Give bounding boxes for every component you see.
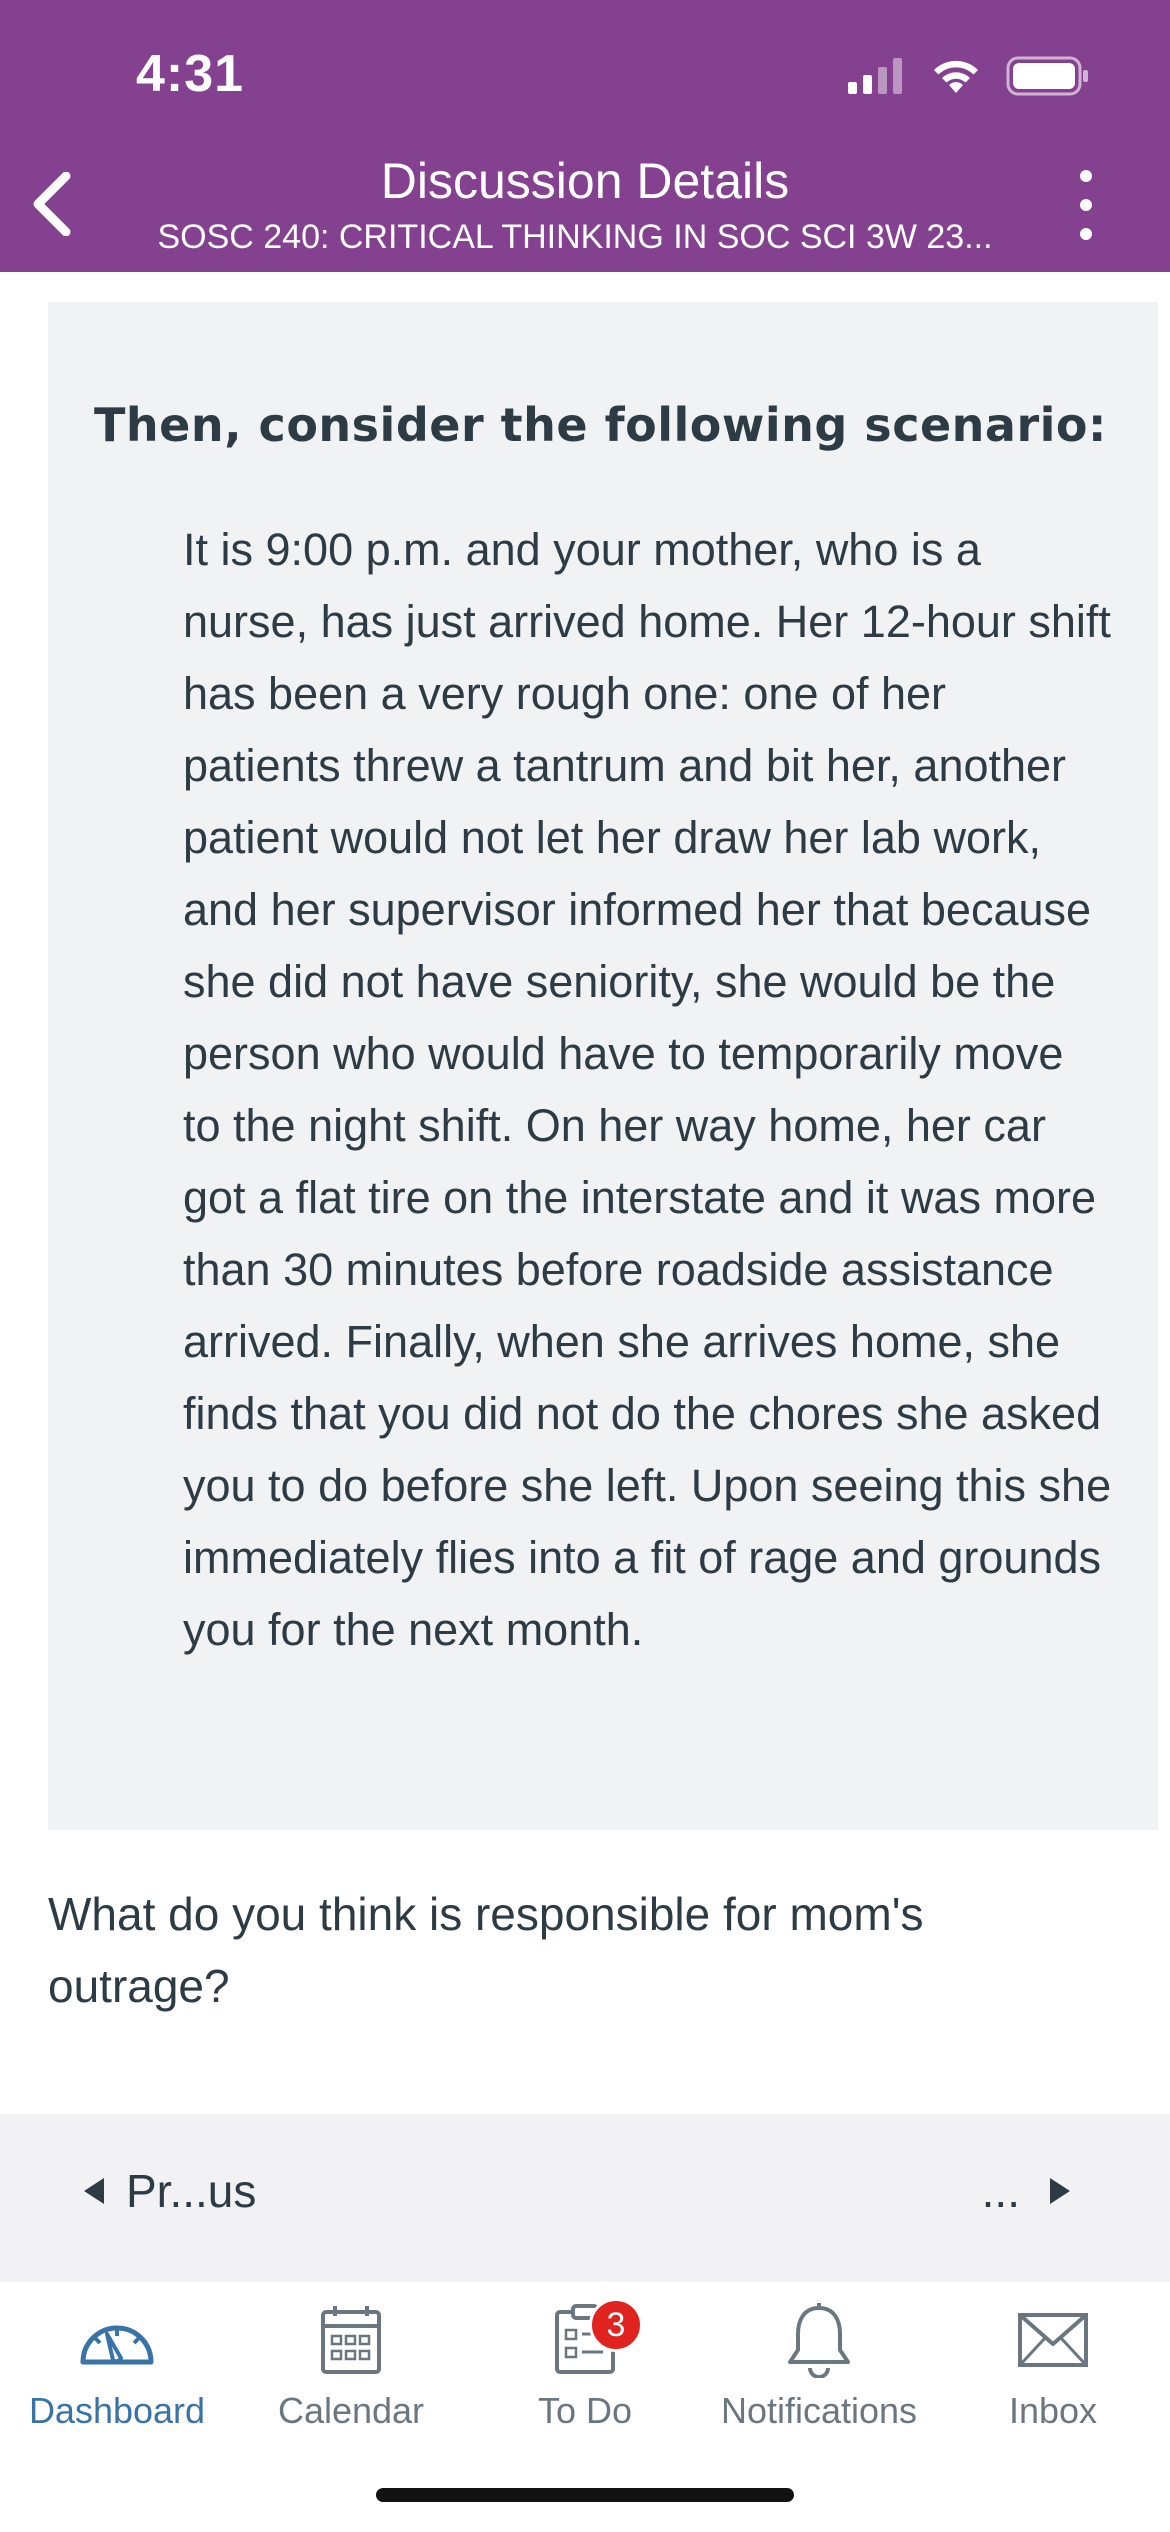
next-button[interactable]: ... (982, 2164, 1070, 2218)
bell-icon (784, 2300, 854, 2380)
tab-label: Notifications (720, 2390, 918, 2431)
triangle-right-icon (1050, 2178, 1070, 2204)
more-dot (1080, 199, 1092, 211)
status-icons (848, 56, 1090, 96)
wifi-icon (934, 60, 978, 93)
tab-label: To Do (537, 2390, 633, 2431)
triangle-left-icon (84, 2178, 104, 2204)
signal-icon (848, 58, 902, 94)
tab-notifications[interactable]: Notifications (702, 2282, 936, 2442)
pager-bar: Pr...us ... (0, 2114, 1170, 2282)
tab-calendar[interactable]: Calendar (234, 2282, 468, 2442)
previous-label: Pr...us (126, 2165, 257, 2217)
dashboard-icon (77, 2300, 157, 2380)
more-dot (1080, 170, 1092, 182)
more-dot (1080, 228, 1092, 240)
tab-label: Inbox (1008, 2390, 1098, 2431)
scenario-heading: Then, consider the following scenario: (94, 398, 1107, 452)
tab-inbox[interactable]: Inbox (936, 2282, 1170, 2442)
home-indicator[interactable] (376, 2488, 794, 2502)
course-subtitle: SOSC 240: CRITICAL THINKING IN SOC SCI 3… (157, 218, 993, 256)
app-header: 4:31 Discussion Details SOSC 240: CRITIC… (0, 0, 1170, 272)
scenario-text: It is 9:00 p.m. and your mother, who is … (183, 524, 1112, 1655)
status-time: 4:31 (136, 45, 245, 103)
previous-button[interactable]: Pr...us (84, 2164, 256, 2218)
more-options-button[interactable] (1062, 170, 1110, 240)
todo-count-badge: 3 (589, 2298, 643, 2352)
todo-icon: 3 (553, 2298, 643, 2380)
calendar-icon (319, 2300, 383, 2380)
tab-label: Dashboard (28, 2390, 206, 2431)
envelope-icon (1017, 2300, 1089, 2380)
page-title: Discussion Details (380, 153, 790, 209)
scenario-box: Then, consider the following scenario: I… (48, 302, 1158, 1830)
battery-icon (1006, 56, 1088, 96)
next-label: ... (981, 2165, 1020, 2217)
tab-dashboard[interactable]: Dashboard (0, 2282, 234, 2442)
discussion-question: What do you think is responsible for mom… (48, 1888, 924, 2012)
tab-label: Calendar (277, 2390, 425, 2431)
tab-todo[interactable]: 3 To Do (468, 2282, 702, 2442)
